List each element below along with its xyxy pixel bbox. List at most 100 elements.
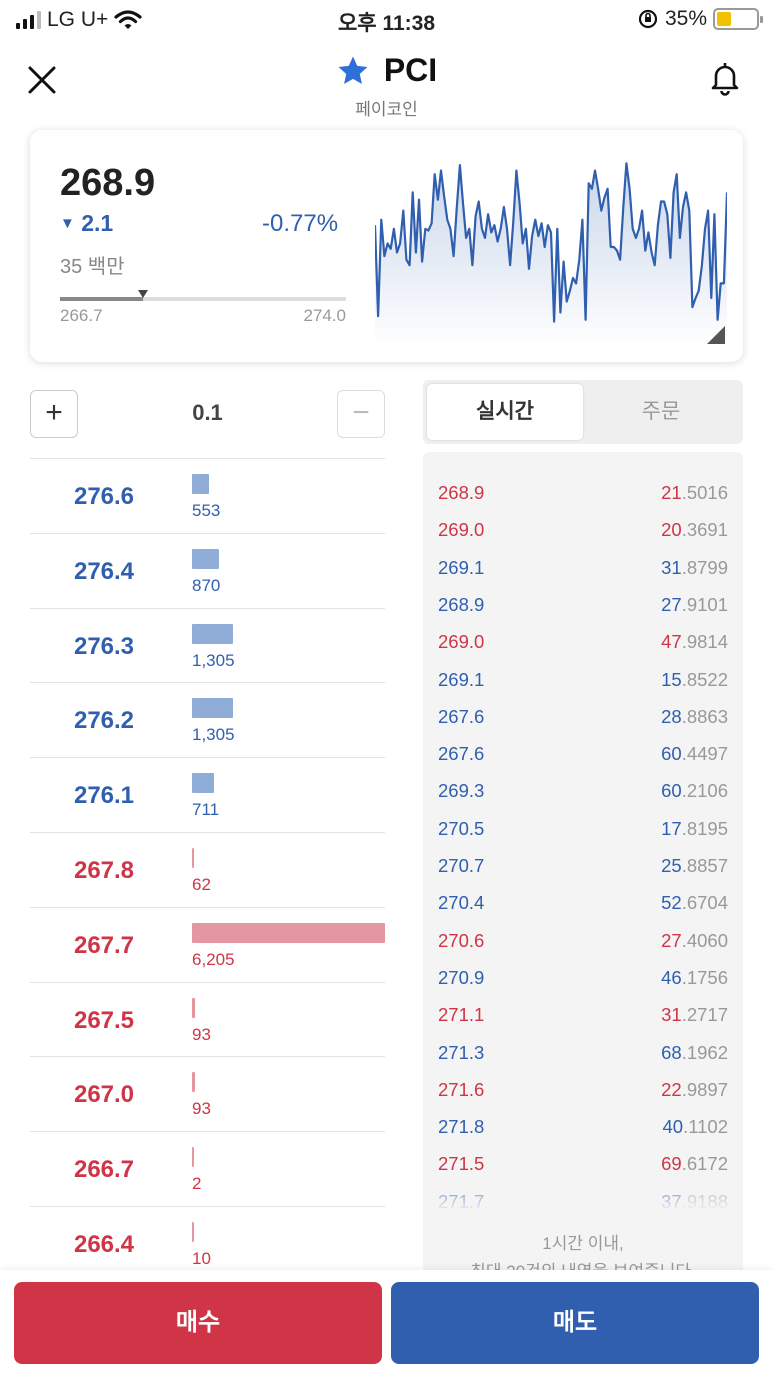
trade-row: 269.0 47.9814 — [423, 625, 743, 662]
trade-tabs: 실시간 주문 — [423, 380, 743, 444]
orderbook-price: 276.4 — [73, 557, 135, 585]
notification-button[interactable] — [705, 58, 745, 98]
day-range-low: 266.7 — [60, 306, 103, 325]
rotation-lock-icon — [638, 9, 658, 29]
orderbook-row[interactable]: 276.6 553 — [30, 458, 385, 533]
orderbook-quantity: 62 — [192, 874, 211, 894]
trade-price: 268.9 — [438, 593, 485, 615]
trade-volume: 47.9814 — [661, 631, 728, 653]
trade-row: 270.5 17.8195 — [423, 812, 743, 849]
buy-button[interactable]: 매수 — [14, 1282, 382, 1364]
expand-corner-icon — [707, 326, 725, 344]
status-bar: LG U+ 오후 11:38 35% — [0, 0, 773, 40]
orderbook-row[interactable]: 276.2 1,305 — [30, 682, 385, 757]
orderbook-quantity: 2 — [192, 1174, 202, 1194]
trade-row: 268.9 27.9101 — [423, 588, 743, 625]
orderbook-row[interactable]: 267.0 93 — [30, 1056, 385, 1131]
trade-row: 267.6 60.4497 — [423, 737, 743, 774]
trade-price: 270.9 — [438, 966, 485, 988]
trade-price: 270.7 — [438, 855, 485, 876]
orderbook-row[interactable]: 276.4 870 — [30, 532, 385, 608]
tab-orders[interactable]: 주문 — [583, 384, 739, 440]
orderbook-price: 276.1 — [73, 782, 135, 810]
orderbook-quantity: 1,305 — [192, 725, 235, 745]
orderbook-quantity: 6,205 — [192, 949, 235, 969]
trade-volume: 15.8522 — [661, 669, 728, 691]
down-arrow-icon: ▼ — [60, 215, 75, 232]
trade-volume: 31.2717 — [661, 1004, 728, 1026]
realtime-trades-list[interactable]: 268.9 21.5016 269.0 20.3691 269.1 31.8799 268.… — [423, 452, 743, 1282]
orderbook-quantity: 10 — [192, 1248, 211, 1268]
battery-icon — [713, 8, 763, 30]
status-right: 35% — [637, 7, 763, 31]
orderbook-row[interactable]: 276.3 1,305 — [30, 607, 385, 683]
favorite-star-icon[interactable] — [336, 54, 370, 88]
trade-volume: 40.1102 — [662, 1116, 728, 1138]
trade-row: 267.6 28.8863 — [423, 700, 743, 737]
orderbook-depth-bar — [192, 922, 385, 943]
orderbook-depth-bar — [192, 474, 210, 494]
trade-price: 267.6 — [438, 705, 485, 727]
trade-volume: 20.3691 — [661, 519, 728, 541]
price-summary-card[interactable]: 268.9 ▼ 2.1 -0.77% 35 백만 266.7 274.0 — [30, 130, 743, 362]
trade-volume-integer: 31 — [661, 1004, 682, 1026]
trade-volume-integer: 47 — [661, 631, 682, 653]
trade-row: 270.9 46.1756 — [423, 961, 743, 998]
current-price: 268.9 — [60, 162, 156, 204]
orderbook-price: 266.7 — [73, 1156, 135, 1184]
trade-volume-decimal: .2717 — [681, 1004, 728, 1026]
trade-price: 269.1 — [438, 668, 485, 690]
trade-row: 270.4 52.6704 — [423, 886, 743, 923]
orderbook-row[interactable]: 266.7 2 — [30, 1131, 385, 1206]
trade-volume: 25.8857 — [661, 855, 728, 877]
orderbook-depth-bar — [192, 1147, 194, 1168]
price-change-percent: -0.77% — [262, 210, 339, 237]
trade-volume-integer: 25 — [661, 855, 682, 876]
orderbook-quantity: 93 — [192, 1099, 211, 1119]
day-range-high: 274.0 — [303, 306, 346, 325]
trade-price: 270.4 — [438, 892, 485, 914]
page-title: PCI — [383, 52, 438, 88]
orderbook-quantity: 93 — [192, 1024, 211, 1044]
tab-realtime[interactable]: 실시간 — [427, 384, 583, 440]
page-subtitle: 페이코인 — [355, 99, 418, 119]
trade-row: 270.7 25.8857 — [423, 849, 743, 886]
price-change: ▼ 2.1 — [60, 210, 113, 237]
trade-row: 268.9 21.5016 — [423, 476, 743, 513]
trade-volume-decimal: .1962 — [681, 1041, 728, 1063]
header: PCI 페이코인 — [0, 48, 773, 120]
orderbook-row[interactable]: 267.5 93 — [30, 981, 385, 1057]
trade-volume-integer: 52 — [661, 892, 682, 914]
price-change-value: 2.1 — [81, 210, 114, 236]
action-bar: 매수 매도 — [0, 1270, 773, 1374]
trade-volume: 21.5016 — [661, 482, 728, 504]
trade-volume: 68.1962 — [661, 1042, 728, 1064]
trade-row: 269.3 60.2106 — [423, 774, 743, 811]
orderbook-depth-bar — [192, 623, 233, 644]
orderbook-price: 267.8 — [73, 856, 135, 884]
trade-price: 267.6 — [438, 743, 485, 765]
trade-volume-decimal: .2106 — [681, 780, 728, 802]
trade-volume: 35 백만 — [60, 256, 125, 278]
sell-button[interactable]: 매도 — [391, 1282, 759, 1364]
orderbook-row[interactable]: 267.7 6,205 — [30, 906, 385, 982]
trade-price: 271.1 — [438, 1004, 485, 1026]
trade-volume-integer: 46 — [661, 966, 682, 988]
orderbook-depth-bar — [192, 847, 194, 868]
orderbook-row[interactable]: 276.1 711 — [30, 757, 385, 832]
trade-volume-decimal: .9101 — [681, 593, 728, 615]
trade-row: 271.1 31.2717 — [423, 998, 743, 1035]
trade-volume-integer: 20 — [661, 519, 682, 541]
decrease-button[interactable]: − — [337, 390, 385, 438]
trade-row: 271.8 40.1102 — [423, 1110, 743, 1147]
trade-price: 271.6 — [438, 1078, 485, 1100]
orderbook-depth-bar — [192, 548, 220, 569]
orderbook-row[interactable]: 267.8 62 — [30, 831, 385, 907]
orderbook-quantity: 553 — [192, 501, 221, 520]
trade-row: 271.6 22.9897 — [423, 1073, 743, 1110]
trade-volume-integer: 15 — [661, 668, 682, 690]
trade-volume: 28.8863 — [661, 706, 728, 728]
orderbook-depth-bar — [192, 1221, 194, 1242]
trade-volume-decimal: .8195 — [681, 817, 728, 839]
day-range-bar — [60, 297, 346, 301]
